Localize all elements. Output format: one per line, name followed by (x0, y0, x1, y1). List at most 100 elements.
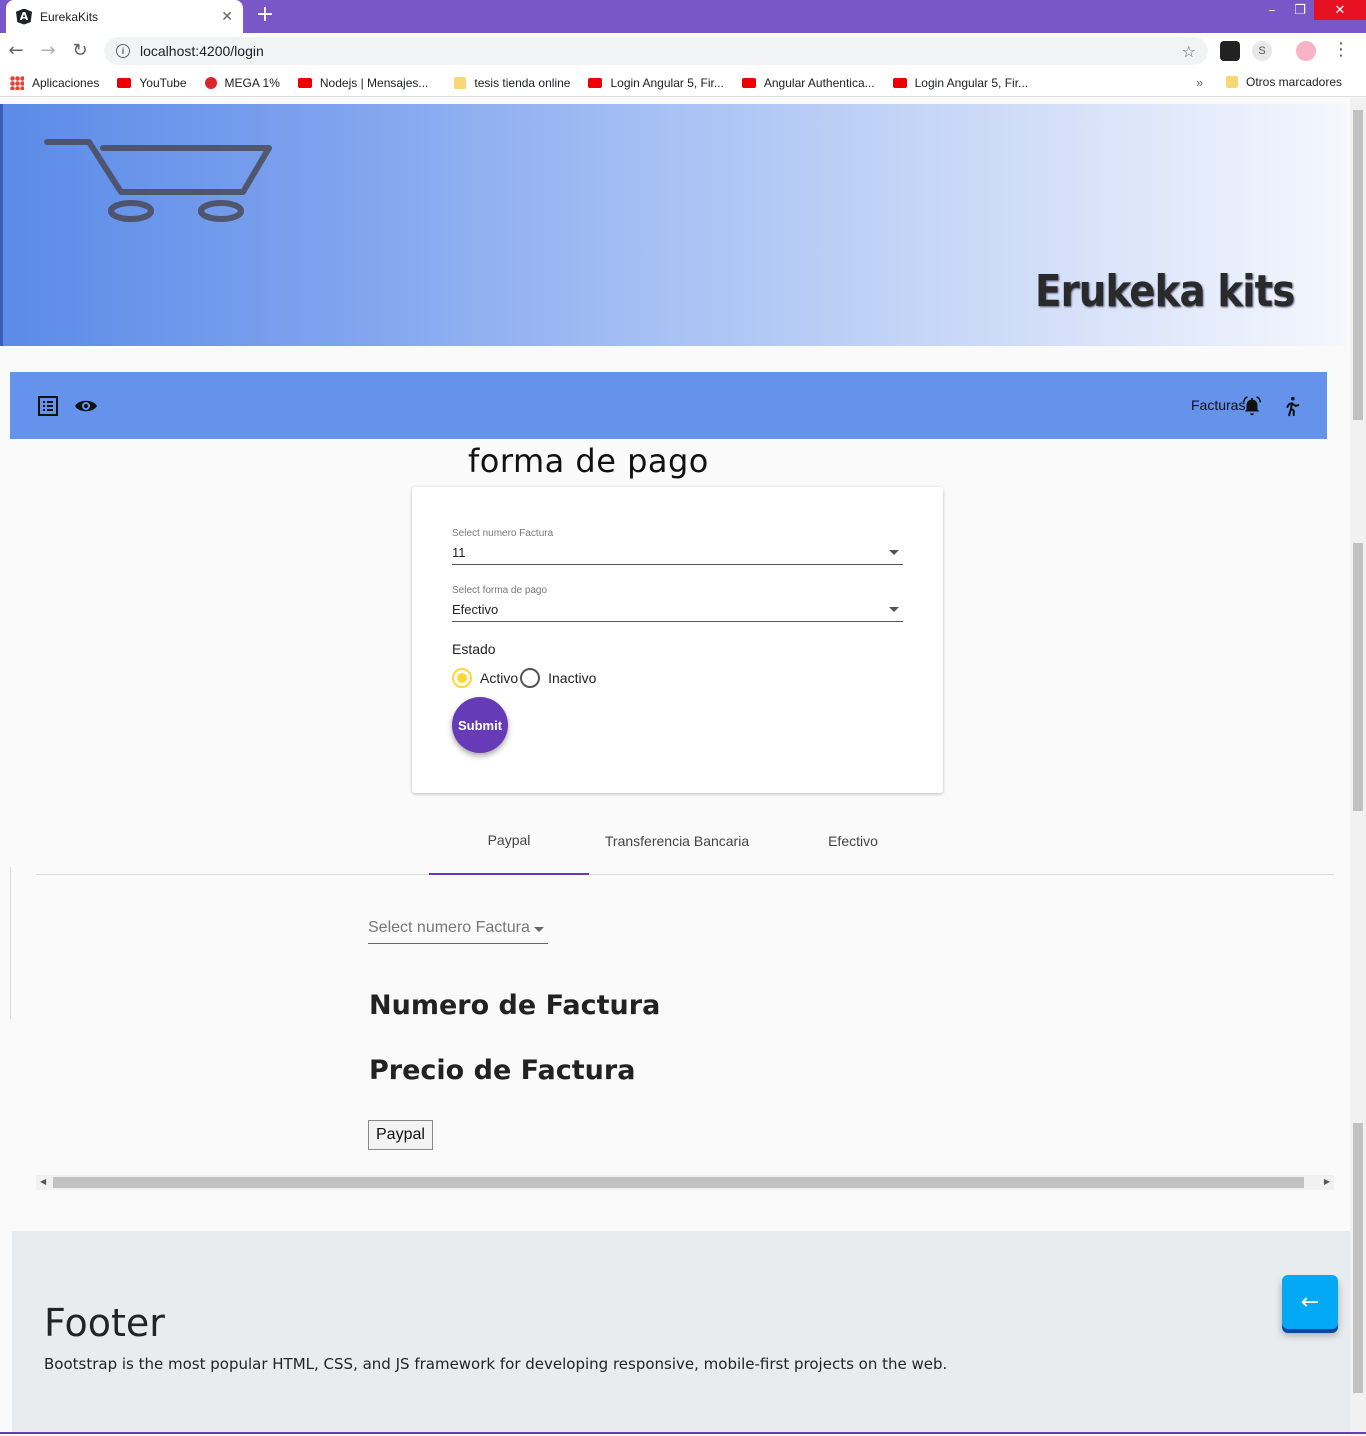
tab-paypal[interactable]: Paypal (429, 807, 589, 875)
vertical-scroll-thumb[interactable] (1353, 543, 1363, 811)
bookmark-item[interactable]: Angular Authentica... (741, 75, 875, 90)
page-title: forma de pago (468, 442, 709, 480)
forma-pago-select[interactable]: Select forma de pago Efectivo (452, 576, 903, 622)
angular-favicon-icon: A (16, 8, 32, 25)
payment-form-card: Select numero Factura 11 Select forma de… (412, 487, 943, 793)
precio-factura-heading: Precio de Factura (369, 1055, 636, 1086)
browser-menu-icon[interactable]: ⋮ (1332, 39, 1350, 60)
folder-icon (1226, 76, 1238, 88)
nav-facturas-link[interactable]: Facturas (1191, 397, 1245, 413)
window-restore-icon[interactable]: ❐ (1286, 0, 1314, 20)
submit-button[interactable]: Submit (452, 697, 508, 753)
browser-tab-bar: A EurekaKits ✕ + – ❐ ✕ (0, 0, 1366, 33)
reload-icon[interactable]: ↻ (68, 39, 92, 63)
chevron-down-icon (889, 607, 899, 612)
forma-pago-select-label: Select forma de pago (452, 585, 548, 596)
extension-icon[interactable] (1220, 41, 1240, 61)
bookmark-label: Aplicaciones (32, 75, 100, 90)
top-navbar: Facturas (10, 372, 1327, 439)
tab-title: EurekaKits (40, 9, 99, 24)
other-bookmarks[interactable]: Otros marcadores (1226, 75, 1342, 89)
brand-name: Erukeka kits (1035, 266, 1295, 317)
radio-activo[interactable] (452, 668, 472, 688)
window-close-icon[interactable]: ✕ (1314, 0, 1366, 20)
apps-icon (10, 75, 24, 90)
url-text[interactable]: localhost:4200/login (140, 43, 1182, 59)
header-banner: Erukeka kits (0, 104, 1346, 346)
bookmark-star-icon[interactable]: ☆ (1182, 42, 1196, 61)
payment-tabs: Paypal Transferencia Bancaria Efectivo (36, 807, 1334, 875)
factura-select-label: Select numero Factura (452, 528, 554, 539)
estado-radio-group: Activo Inactivo (452, 668, 596, 688)
chevron-down-icon (534, 927, 544, 932)
bookmark-label: Nodejs | Mensajes... (319, 75, 429, 90)
horizontal-scroll-thumb[interactable] (53, 1177, 1304, 1188)
radio-inactivo-label[interactable]: Inactivo (548, 670, 596, 686)
divider (0, 1432, 1366, 1434)
footer-text: Bootstrap is the most popular HTML, CSS,… (44, 1355, 948, 1373)
tab-transferencia-bancaria[interactable]: Transferencia Bancaria (589, 807, 765, 875)
vertical-scrollbar[interactable] (1350, 98, 1366, 1436)
footer-title: Footer (44, 1301, 165, 1345)
radio-inactivo[interactable] (520, 668, 541, 688)
bookmark-item[interactable]: tesis tienda online (454, 76, 570, 90)
browser-tab[interactable]: A EurekaKits ✕ (6, 0, 243, 33)
bookmark-label: Login Angular 5, Fir... (914, 75, 1029, 90)
chevron-down-icon (889, 550, 899, 555)
bookmark-label: Angular Authentica... (763, 75, 875, 90)
bookmark-item[interactable]: Aplicaciones (10, 75, 100, 90)
list-icon[interactable] (36, 394, 60, 418)
bookmark-label: YouTube (139, 75, 187, 90)
vertical-scroll-thumb[interactable] (1353, 1123, 1363, 1393)
browser-toolbar: ← → ↻ i localhost:4200/login ☆ S ⋮ (0, 33, 1366, 69)
tab-close-icon[interactable]: ✕ (221, 9, 233, 25)
bookmark-item[interactable]: Login Angular 5, Fir... (892, 75, 1029, 90)
bookmark-item[interactable]: YouTube (117, 75, 187, 90)
eye-icon[interactable] (74, 394, 98, 418)
extension-s-icon[interactable]: S (1252, 41, 1272, 61)
bookmark-label: Login Angular 5, Fir... (610, 75, 724, 90)
youtube-icon (117, 77, 132, 88)
youtube-icon (297, 77, 312, 88)
paypal-factura-select-placeholder: Select numero Factura (368, 919, 530, 936)
radio-activo-label[interactable]: Activo (480, 670, 518, 686)
youtube-icon (741, 77, 756, 88)
horizontal-scrollbar[interactable]: ◀ ▶ (36, 1175, 1334, 1190)
new-tab-icon[interactable]: + (253, 4, 277, 28)
other-bookmarks-label: Otros marcadores (1246, 75, 1343, 89)
bookmark-item[interactable]: Nodejs | Mensajes... (297, 75, 429, 90)
info-icon[interactable]: i (116, 44, 130, 58)
shopping-cart-icon (44, 139, 272, 222)
bookmarks-overflow-icon[interactable]: » (1196, 75, 1203, 90)
forma-pago-select-value: Efectivo (452, 602, 499, 617)
window-minimize-icon[interactable]: – (1258, 0, 1286, 20)
youtube-icon (892, 77, 907, 88)
bookmark-label: tesis tienda online (474, 75, 571, 90)
back-arrow-icon[interactable]: ← (4, 39, 28, 63)
factura-select-value: 11 (452, 545, 466, 560)
vertical-scroll-thumb[interactable] (1353, 110, 1363, 420)
arrow-left-icon: ← (1300, 1289, 1320, 1315)
estado-label: Estado (452, 641, 496, 657)
factura-select[interactable]: Select numero Factura 11 (452, 519, 903, 565)
bookmark-item[interactable]: Login Angular 5, Fir... (588, 75, 724, 90)
numero-factura-heading: Numero de Factura (369, 990, 661, 1021)
youtube-icon (588, 77, 603, 88)
bookmark-label: MEGA 1% (224, 75, 280, 90)
back-arrow-button[interactable]: ← (1282, 1275, 1338, 1329)
address-bar[interactable]: i localhost:4200/login ☆ (104, 37, 1208, 65)
scroll-right-icon[interactable]: ▶ (1324, 1177, 1330, 1186)
footer: Footer Bootstrap is the most popular HTM… (12, 1231, 1362, 1434)
paypal-factura-select[interactable]: Select numero Factura (368, 913, 548, 944)
divider (10, 867, 11, 1019)
notification-bell-icon[interactable] (1241, 394, 1263, 418)
bookmark-item[interactable]: MEGA 1% (204, 75, 280, 90)
profile-avatar-icon[interactable] (1296, 41, 1316, 61)
folder-icon (454, 76, 467, 89)
tab-efectivo[interactable]: Efectivo (773, 807, 933, 875)
scroll-left-icon[interactable]: ◀ (40, 1177, 46, 1186)
forward-arrow-icon[interactable]: → (36, 39, 60, 63)
page-content: Erukeka kits Facturas forma de pago Sele… (0, 98, 1366, 1436)
exit-running-icon[interactable] (1280, 394, 1302, 418)
paypal-button[interactable]: Paypal (368, 1120, 433, 1150)
